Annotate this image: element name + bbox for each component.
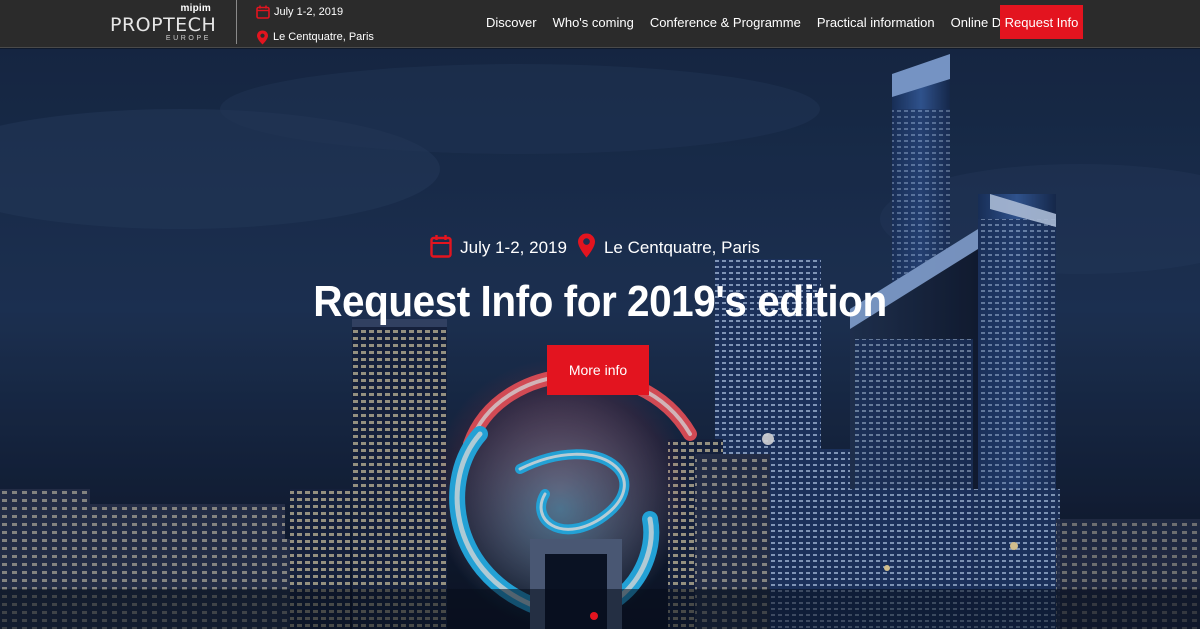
header-divider xyxy=(236,0,237,44)
nav-discover[interactable]: Discover xyxy=(486,15,537,30)
nav-practical-information[interactable]: Practical information xyxy=(817,15,935,30)
logo-proptech-text: PROPTECH xyxy=(110,14,217,36)
header-event-info: July 1-2, 2019 Le Centquatre, Paris xyxy=(256,2,374,52)
header-location-text: Le Centquatre, Paris xyxy=(273,31,374,43)
hero-location-text: Le Centquatre, Paris xyxy=(603,238,760,257)
top-bar: mipim PROPTECH EUROPE July 1-2, 2019 Le … xyxy=(0,0,1200,48)
request-info-button[interactable]: Request Info xyxy=(1000,5,1083,39)
calendar-icon xyxy=(430,234,452,263)
header-location: Le Centquatre, Paris xyxy=(256,27,374,47)
hero-background-image xyxy=(0,49,1200,629)
nav-conference-programme[interactable]: Conference & Programme xyxy=(650,15,801,30)
slider-dot-indicator[interactable] xyxy=(590,612,598,620)
header-date: July 1-2, 2019 xyxy=(256,2,374,22)
map-pin-icon xyxy=(256,30,269,45)
hero-event-info: July 1-2, 2019 Le Centquatre, Paris xyxy=(0,233,1200,263)
mipim-proptech-logo[interactable]: mipim PROPTECH EUROPE xyxy=(110,3,217,45)
logo-mipim-text: mipim xyxy=(180,3,211,14)
nav-whos-coming[interactable]: Who's coming xyxy=(553,15,634,30)
map-pin-icon xyxy=(577,233,596,263)
calendar-icon xyxy=(256,5,270,19)
main-nav: Discover Who's coming Conference & Progr… xyxy=(478,0,1055,44)
header-date-text: July 1-2, 2019 xyxy=(274,6,344,18)
more-info-button[interactable]: More info xyxy=(547,345,649,395)
logo-europe-text: EUROPE xyxy=(165,35,211,42)
hero-title: Request Info for 2019's edition xyxy=(313,277,887,326)
hero-date-text: July 1-2, 2019 xyxy=(460,238,567,257)
hero-banner: July 1-2, 2019 Le Centquatre, Paris Requ… xyxy=(0,49,1200,629)
